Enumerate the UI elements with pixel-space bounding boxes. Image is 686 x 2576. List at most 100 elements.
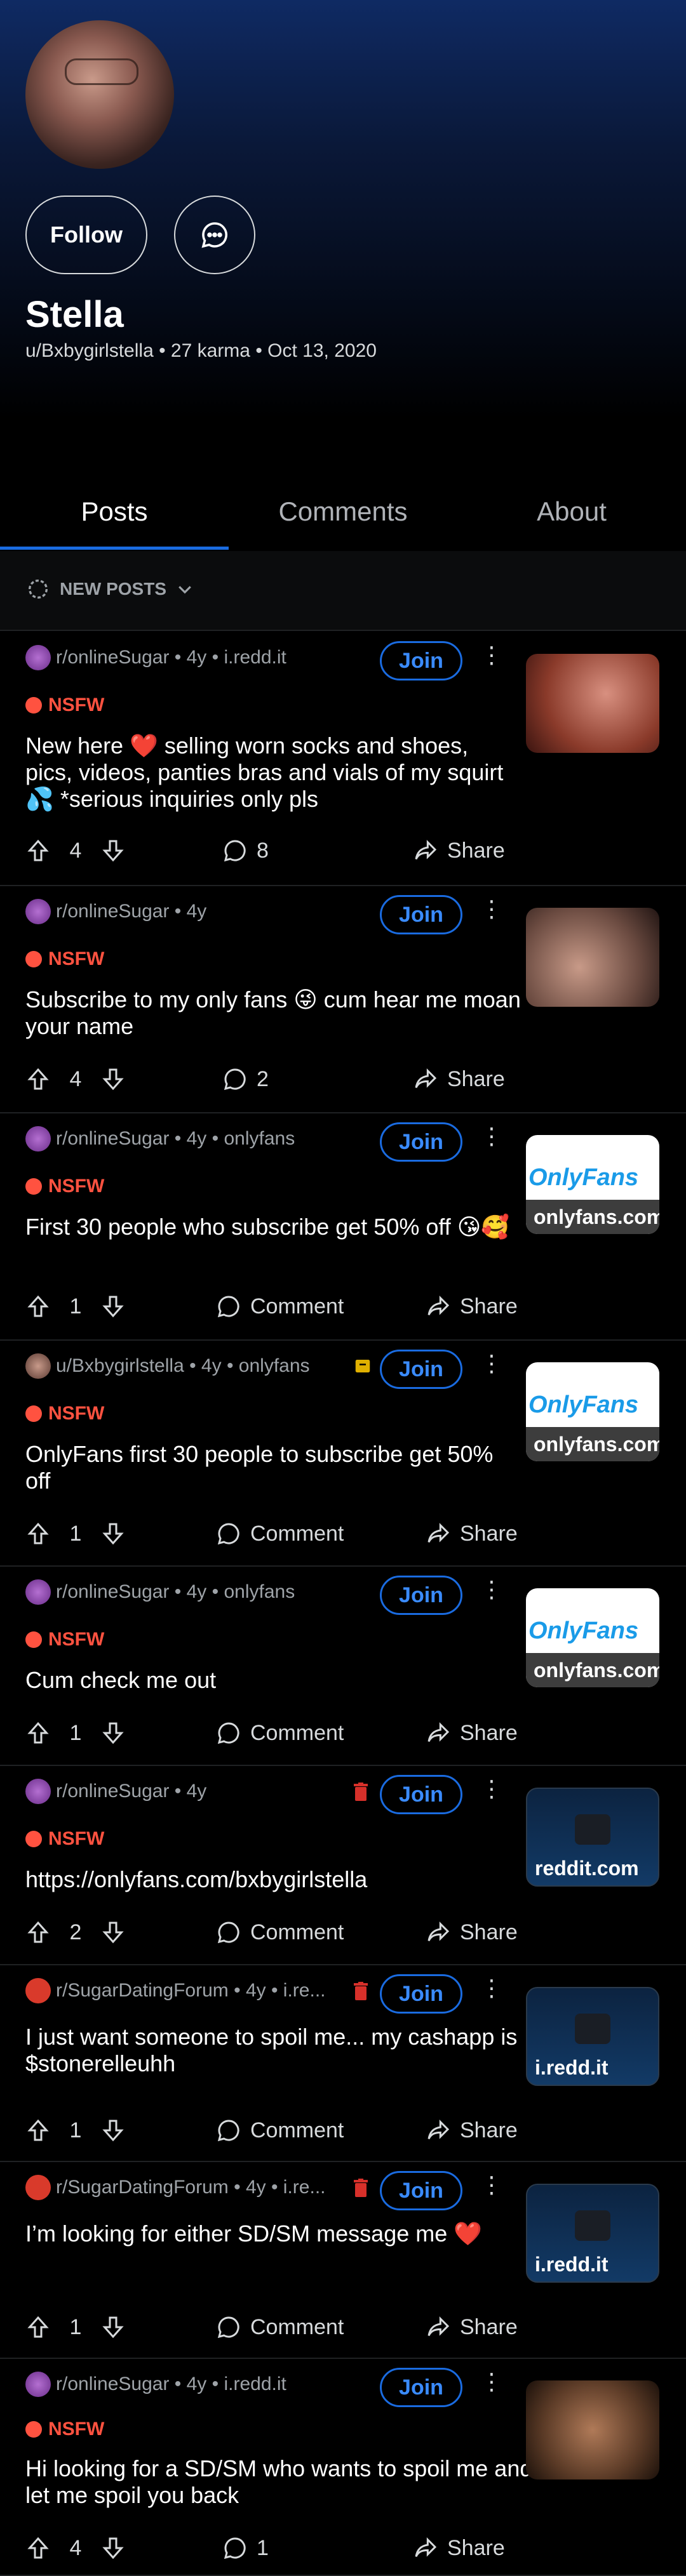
more-options-icon[interactable]: ⋮ bbox=[480, 1352, 503, 1375]
post-card[interactable]: r/onlineSugar • 4y • i.redd.it Join ⋮ NSF… bbox=[0, 2358, 686, 2576]
share-button[interactable]: Share bbox=[426, 2308, 518, 2346]
post-title[interactable]: OnlyFans first 30 people to subscribe ge… bbox=[25, 1441, 521, 1494]
downvote-icon[interactable] bbox=[100, 1920, 126, 1945]
share-button[interactable]: Share bbox=[426, 1913, 518, 1951]
post-title[interactable]: Hi looking for a SD/SM who wants to spoi… bbox=[25, 2455, 546, 2509]
share-button[interactable]: Share bbox=[426, 1714, 518, 1752]
post-header[interactable]: r/SugarDatingForum • 4y • i.re... bbox=[25, 2175, 325, 2200]
join-button[interactable]: Join bbox=[380, 1350, 462, 1389]
post-title[interactable]: I just want someone to spoil me... my ca… bbox=[25, 2024, 521, 2077]
follow-button[interactable]: Follow bbox=[25, 196, 147, 274]
upvote-icon[interactable] bbox=[25, 2535, 51, 2561]
post-thumbnail[interactable] bbox=[526, 2380, 659, 2480]
post-title[interactable]: Cum check me out bbox=[25, 1667, 521, 1694]
downvote-icon[interactable] bbox=[100, 2314, 126, 2340]
post-thumbnail[interactable]: i.redd.it bbox=[526, 1987, 659, 2086]
post-card[interactable]: r/onlineSugar • 4y • onlyfans Join ⋮ NSFW… bbox=[0, 1565, 686, 1766]
post-card[interactable]: r/SugarDatingForum • 4y • i.re... Join ⋮ I… bbox=[0, 1964, 686, 2162]
post-card[interactable]: r/SugarDatingForum • 4y • i.re... Join ⋮ I… bbox=[0, 2161, 686, 2359]
more-options-icon[interactable]: ⋮ bbox=[480, 2370, 503, 2393]
more-options-icon[interactable]: ⋮ bbox=[480, 898, 503, 920]
join-button[interactable]: Join bbox=[380, 1122, 462, 1162]
delete-icon[interactable] bbox=[353, 1982, 368, 2001]
join-button[interactable]: Join bbox=[380, 1974, 462, 2014]
comments-button[interactable]: Comment bbox=[216, 1515, 344, 1553]
downvote-icon[interactable] bbox=[100, 1066, 126, 1092]
more-options-icon[interactable]: ⋮ bbox=[480, 1777, 503, 1800]
post-header[interactable]: r/onlineSugar • 4y bbox=[25, 1779, 206, 1804]
post-thumbnail[interactable]: OnlyFans onlyfans.com bbox=[526, 1588, 659, 1687]
downvote-icon[interactable] bbox=[100, 1720, 126, 1746]
share-button[interactable]: Share bbox=[426, 1515, 518, 1553]
tab-about[interactable]: About bbox=[457, 480, 686, 550]
downvote-icon[interactable] bbox=[100, 1294, 126, 1319]
upvote-icon[interactable] bbox=[25, 2314, 51, 2340]
post-card[interactable]: r/onlineSugar • 4y Join ⋮ NSFW https://onl… bbox=[0, 1765, 686, 1965]
join-button[interactable]: Join bbox=[380, 895, 462, 934]
join-button[interactable]: Join bbox=[380, 2171, 462, 2210]
share-button[interactable]: Share bbox=[413, 1060, 505, 1098]
join-button[interactable]: Join bbox=[380, 641, 462, 681]
post-header[interactable]: r/onlineSugar • 4y • onlyfans bbox=[25, 1579, 295, 1605]
post-title[interactable]: First 30 people who subscribe get 50% of… bbox=[25, 1214, 521, 1240]
delete-icon[interactable] bbox=[353, 2179, 368, 2198]
comments-button[interactable]: Comment bbox=[216, 2308, 344, 2346]
comments-button[interactable]: Comment bbox=[216, 1913, 344, 1951]
profile-avatar[interactable] bbox=[25, 20, 174, 169]
post-thumbnail[interactable] bbox=[526, 908, 659, 1007]
join-button[interactable]: Join bbox=[380, 1576, 462, 1615]
delete-icon[interactable] bbox=[353, 1783, 368, 1802]
upvote-icon[interactable] bbox=[25, 1720, 51, 1746]
share-button[interactable]: Share bbox=[426, 1287, 518, 1325]
post-header[interactable]: u/Bxbygirlstella • 4y • onlyfans bbox=[25, 1353, 372, 1379]
comments-button[interactable]: Comment bbox=[216, 1714, 344, 1752]
post-header[interactable]: r/onlineSugar • 4y • onlyfans bbox=[25, 1126, 295, 1152]
post-header[interactable]: r/onlineSugar • 4y • i.redd.it bbox=[25, 645, 286, 670]
downvote-icon[interactable] bbox=[100, 1521, 126, 1546]
chat-button[interactable] bbox=[174, 196, 255, 274]
post-title[interactable]: I’m looking for either SD/SM message me … bbox=[25, 2221, 521, 2247]
post-card[interactable]: r/onlineSugar • 4y • onlyfans Join ⋮ NSFW… bbox=[0, 1112, 686, 1341]
post-title[interactable]: New here ❤️ selling worn socks and shoes… bbox=[25, 733, 521, 813]
join-button[interactable]: Join bbox=[380, 1775, 462, 1814]
upvote-icon[interactable] bbox=[25, 1066, 51, 1092]
share-button[interactable]: Share bbox=[413, 832, 505, 870]
share-button[interactable]: Share bbox=[413, 2529, 505, 2567]
post-thumbnail[interactable]: OnlyFans onlyfans.com bbox=[526, 1362, 659, 1461]
more-options-icon[interactable]: ⋮ bbox=[480, 644, 503, 667]
upvote-icon[interactable] bbox=[25, 2118, 51, 2143]
share-button[interactable]: Share bbox=[426, 2111, 518, 2149]
comments-button[interactable]: Comment bbox=[216, 1287, 344, 1325]
comments-button[interactable]: 8 bbox=[222, 832, 269, 870]
tab-posts[interactable]: Posts bbox=[0, 480, 229, 550]
post-header[interactable]: r/onlineSugar • 4y • i.redd.it bbox=[25, 2372, 286, 2397]
tab-comments[interactable]: Comments bbox=[229, 480, 457, 550]
post-header[interactable]: r/onlineSugar • 4y bbox=[25, 899, 206, 924]
downvote-icon[interactable] bbox=[100, 2118, 126, 2143]
comments-button[interactable]: Comment bbox=[216, 2111, 344, 2149]
downvote-icon[interactable] bbox=[100, 838, 126, 863]
sort-dropdown[interactable]: NEW POSTS bbox=[25, 576, 194, 602]
upvote-icon[interactable] bbox=[25, 1920, 51, 1945]
join-button[interactable]: Join bbox=[380, 2368, 462, 2407]
downvote-icon[interactable] bbox=[100, 2535, 126, 2561]
post-header[interactable]: r/SugarDatingForum • 4y • i.re... bbox=[25, 1978, 325, 2003]
comments-button[interactable]: 2 bbox=[222, 1060, 269, 1098]
post-card[interactable]: u/Bxbygirlstella • 4y • onlyfans Join ⋮ N… bbox=[0, 1339, 686, 1567]
post-thumbnail[interactable] bbox=[526, 654, 659, 753]
post-thumbnail[interactable]: reddit.com bbox=[526, 1788, 659, 1887]
more-options-icon[interactable]: ⋮ bbox=[480, 2174, 503, 2196]
post-title[interactable]: Subscribe to my only fans 😜 cum hear me … bbox=[25, 986, 521, 1040]
more-options-icon[interactable]: ⋮ bbox=[480, 1977, 503, 2000]
post-card[interactable]: r/onlineSugar • 4y Join ⋮ NSFW Subscribe t… bbox=[0, 885, 686, 1113]
upvote-icon[interactable] bbox=[25, 1294, 51, 1319]
upvote-icon[interactable] bbox=[25, 838, 51, 863]
post-card[interactable]: r/onlineSugar • 4y • i.redd.it Join ⋮ NSF… bbox=[0, 631, 686, 886]
more-options-icon[interactable]: ⋮ bbox=[480, 1125, 503, 1148]
upvote-icon[interactable] bbox=[25, 1521, 51, 1546]
post-thumbnail[interactable]: i.redd.it bbox=[526, 2184, 659, 2283]
more-options-icon[interactable]: ⋮ bbox=[480, 1578, 503, 1601]
comments-button[interactable]: 1 bbox=[222, 2529, 269, 2567]
post-title[interactable]: https://onlyfans.com/bxbygirlstella bbox=[25, 1866, 521, 1893]
post-thumbnail[interactable]: OnlyFans onlyfans.com bbox=[526, 1135, 659, 1234]
